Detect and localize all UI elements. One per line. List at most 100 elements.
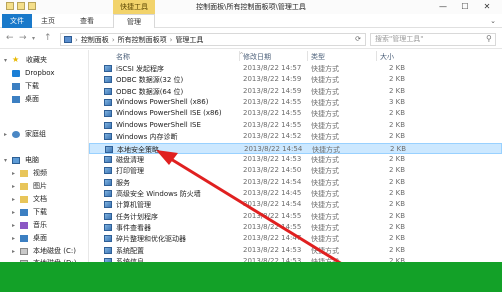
chevron-right-icon[interactable]: ▸ <box>12 235 20 242</box>
chevron-right-icon[interactable]: ▸ <box>12 170 20 177</box>
nav-computer[interactable]: ▾ 电脑 <box>4 154 39 166</box>
tab-home[interactable]: 主页 <box>34 14 62 28</box>
file-date: 2013/8/22 14:55 <box>243 211 302 220</box>
column-divider[interactable] <box>376 51 377 61</box>
file-date: 2013/8/22 14:55 <box>243 222 302 231</box>
breadcrumb-all-items[interactable]: 所有控制面板项 <box>118 35 167 45</box>
shortcut-icon <box>104 121 112 129</box>
computer-icon <box>12 156 20 164</box>
chevron-right-icon[interactable]: ▸ <box>12 248 20 255</box>
forward-button[interactable]: → <box>19 33 27 43</box>
shortcut-icon <box>105 145 113 153</box>
file-date: 2013/8/22 14:59 <box>243 75 302 84</box>
file-size: 2 KB <box>389 188 406 197</box>
column-divider[interactable] <box>307 51 308 61</box>
file-date: 2013/8/22 14:55 <box>243 98 302 106</box>
back-button[interactable]: ← <box>6 33 14 43</box>
file-row[interactable]: 高级安全 Windows 防火墙 2013/8/22 14:45 快捷方式 2 KB <box>89 188 502 199</box>
nav-desktop-pc[interactable]: ▸ 桌面 <box>12 232 47 244</box>
nav-dropbox[interactable]: Dropbox <box>12 67 55 79</box>
column-type[interactable]: 类型 <box>311 52 325 62</box>
maximize-button[interactable]: ☐ <box>454 0 476 14</box>
chevron-down-icon[interactable]: ⌄ <box>490 17 496 25</box>
shortcut-icon <box>104 133 112 141</box>
download-icon <box>12 82 20 90</box>
breadcrumb-admin-tools[interactable]: 管理工具 <box>175 35 203 45</box>
file-type: 快捷方式 <box>311 212 339 221</box>
file-row[interactable]: Windows PowerShell (x86) 2013/8/22 14:55 快… <box>89 97 502 108</box>
refresh-icon[interactable]: ⟳ <box>355 35 361 43</box>
nav-homegroup[interactable]: ▸ 家庭组 <box>4 128 46 140</box>
file-type: 快捷方式 <box>311 235 339 244</box>
file-row[interactable]: 服务 2013/8/22 14:54 快捷方式 2 KB <box>89 177 502 188</box>
column-date[interactable]: 修改日期 <box>243 52 271 62</box>
tab-view[interactable]: 查看 <box>66 14 108 28</box>
file-name: Windows PowerShell ISE (x86) <box>116 109 222 118</box>
file-date: 2013/8/22 14:54 <box>243 177 302 186</box>
file-size: 2 KB <box>389 132 406 141</box>
file-row[interactable]: 本地安全策略 2013/8/22 14:54 快捷方式 2 KB <box>89 142 502 154</box>
nav-downloads[interactable]: 下载 <box>12 80 39 92</box>
file-row[interactable]: Windows 内存诊断 2013/8/22 14:52 快捷方式 2 KB <box>89 131 502 142</box>
close-button[interactable]: ✕ <box>476 0 498 14</box>
chevron-right-icon[interactable]: ▸ <box>12 183 20 190</box>
tab-manage[interactable]: 管理 <box>113 14 155 28</box>
chevron-right-icon[interactable]: ▸ <box>12 196 20 203</box>
shortcut-icon <box>104 246 112 254</box>
file-size: 2 KB <box>389 109 406 118</box>
nav-label: 收藏夹 <box>26 56 47 64</box>
nav-music[interactable]: ▸ 音乐 <box>12 219 47 231</box>
file-type: 快捷方式 <box>311 178 339 187</box>
file-type: 快捷方式 <box>311 110 339 119</box>
column-size[interactable]: 大小 <box>380 52 394 62</box>
file-name: iSCSI 发起程序 <box>116 65 165 73</box>
up-button[interactable]: ↑ <box>44 33 52 43</box>
file-size: 2 KB <box>389 222 406 231</box>
file-row[interactable]: 任务计划程序 2013/8/22 14:55 快捷方式 2 KB <box>89 211 502 222</box>
breadcrumb-control-panel[interactable]: 控制面板 <box>81 35 109 45</box>
address-bar[interactable]: › 控制面板 › 所有控制面板项 › 管理工具 ⟳ <box>60 33 366 46</box>
search-input[interactable]: 搜索"管理工具" <box>370 33 496 46</box>
file-row[interactable]: 打印管理 2013/8/22 14:50 快捷方式 2 KB <box>89 165 502 176</box>
file-row[interactable]: 事件查看器 2013/8/22 14:55 快捷方式 2 KB <box>89 222 502 233</box>
chevron-right-icon[interactable]: ▸ <box>12 209 20 216</box>
chevron-right-icon[interactable]: ▸ <box>12 222 20 229</box>
contextual-tab-shortcut-tools: 快捷工具 <box>113 0 155 14</box>
nav-label: Dropbox <box>25 69 55 77</box>
file-row[interactable]: 系统配置 2013/8/22 14:53 快捷方式 2 KB <box>89 245 502 256</box>
nav-desktop[interactable]: 桌面 <box>12 93 39 105</box>
chevron-right-icon: › <box>169 35 173 44</box>
file-row[interactable]: 磁盘清理 2013/8/22 14:53 快捷方式 2 KB <box>89 154 502 165</box>
chevron-right-icon[interactable]: ▸ <box>4 131 12 138</box>
nav-drive-c[interactable]: ▸ 本地磁盘 (C:) <box>12 245 76 257</box>
nav-favorites[interactable]: ▾ ★ 收藏夹 <box>4 54 47 66</box>
minimize-button[interactable]: — <box>432 0 454 14</box>
file-row[interactable]: iSCSI 发起程序 2013/8/22 14:57 快捷方式 2 KB <box>89 63 502 74</box>
chevron-down-icon[interactable]: ▾ <box>4 157 12 164</box>
tab-file[interactable]: 文件 <box>2 14 32 28</box>
column-name[interactable]: 名称 <box>116 52 130 62</box>
file-type: 快捷方式 <box>311 155 339 164</box>
file-row[interactable]: Windows PowerShell ISE 2013/8/22 14:55 快捷方… <box>89 120 502 131</box>
file-row[interactable]: ODBC 数据源(64 位) 2013/8/22 14:59 快捷方式 2 KB <box>89 86 502 97</box>
nav-label: 下载 <box>33 208 47 216</box>
file-row[interactable]: ODBC 数据源(32 位) 2013/8/22 14:59 快捷方式 2 KB <box>89 74 502 85</box>
column-divider[interactable] <box>239 51 240 61</box>
nav-downloads-pc[interactable]: ▸ 下载 <box>12 206 47 218</box>
file-name: 服务 <box>116 178 130 187</box>
file-name: 任务计划程序 <box>116 212 158 221</box>
footer-band <box>0 262 502 292</box>
nav-pictures[interactable]: ▸ 图片 <box>12 180 47 192</box>
nav-documents[interactable]: ▸ 文档 <box>12 193 47 205</box>
file-size: 2 KB <box>389 245 406 254</box>
nav-videos[interactable]: ▸ 视频 <box>12 167 47 179</box>
file-name: 系统配置 <box>116 246 144 255</box>
file-size: 2 KB <box>389 64 406 72</box>
chevron-down-icon[interactable]: ▾ <box>4 57 12 64</box>
nav-label: 图片 <box>33 182 47 190</box>
recent-locations-icon[interactable]: ▾ <box>32 35 35 42</box>
file-row[interactable]: 碎片整理和优化驱动器 2013/8/22 14:47 快捷方式 2 KB <box>89 233 502 244</box>
search-icon[interactable]: ⚲ <box>486 34 499 43</box>
file-row[interactable]: 计算机管理 2013/8/22 14:54 快捷方式 2 KB <box>89 199 502 210</box>
file-row[interactable]: Windows PowerShell ISE (x86) 2013/8/22 14… <box>89 108 502 119</box>
